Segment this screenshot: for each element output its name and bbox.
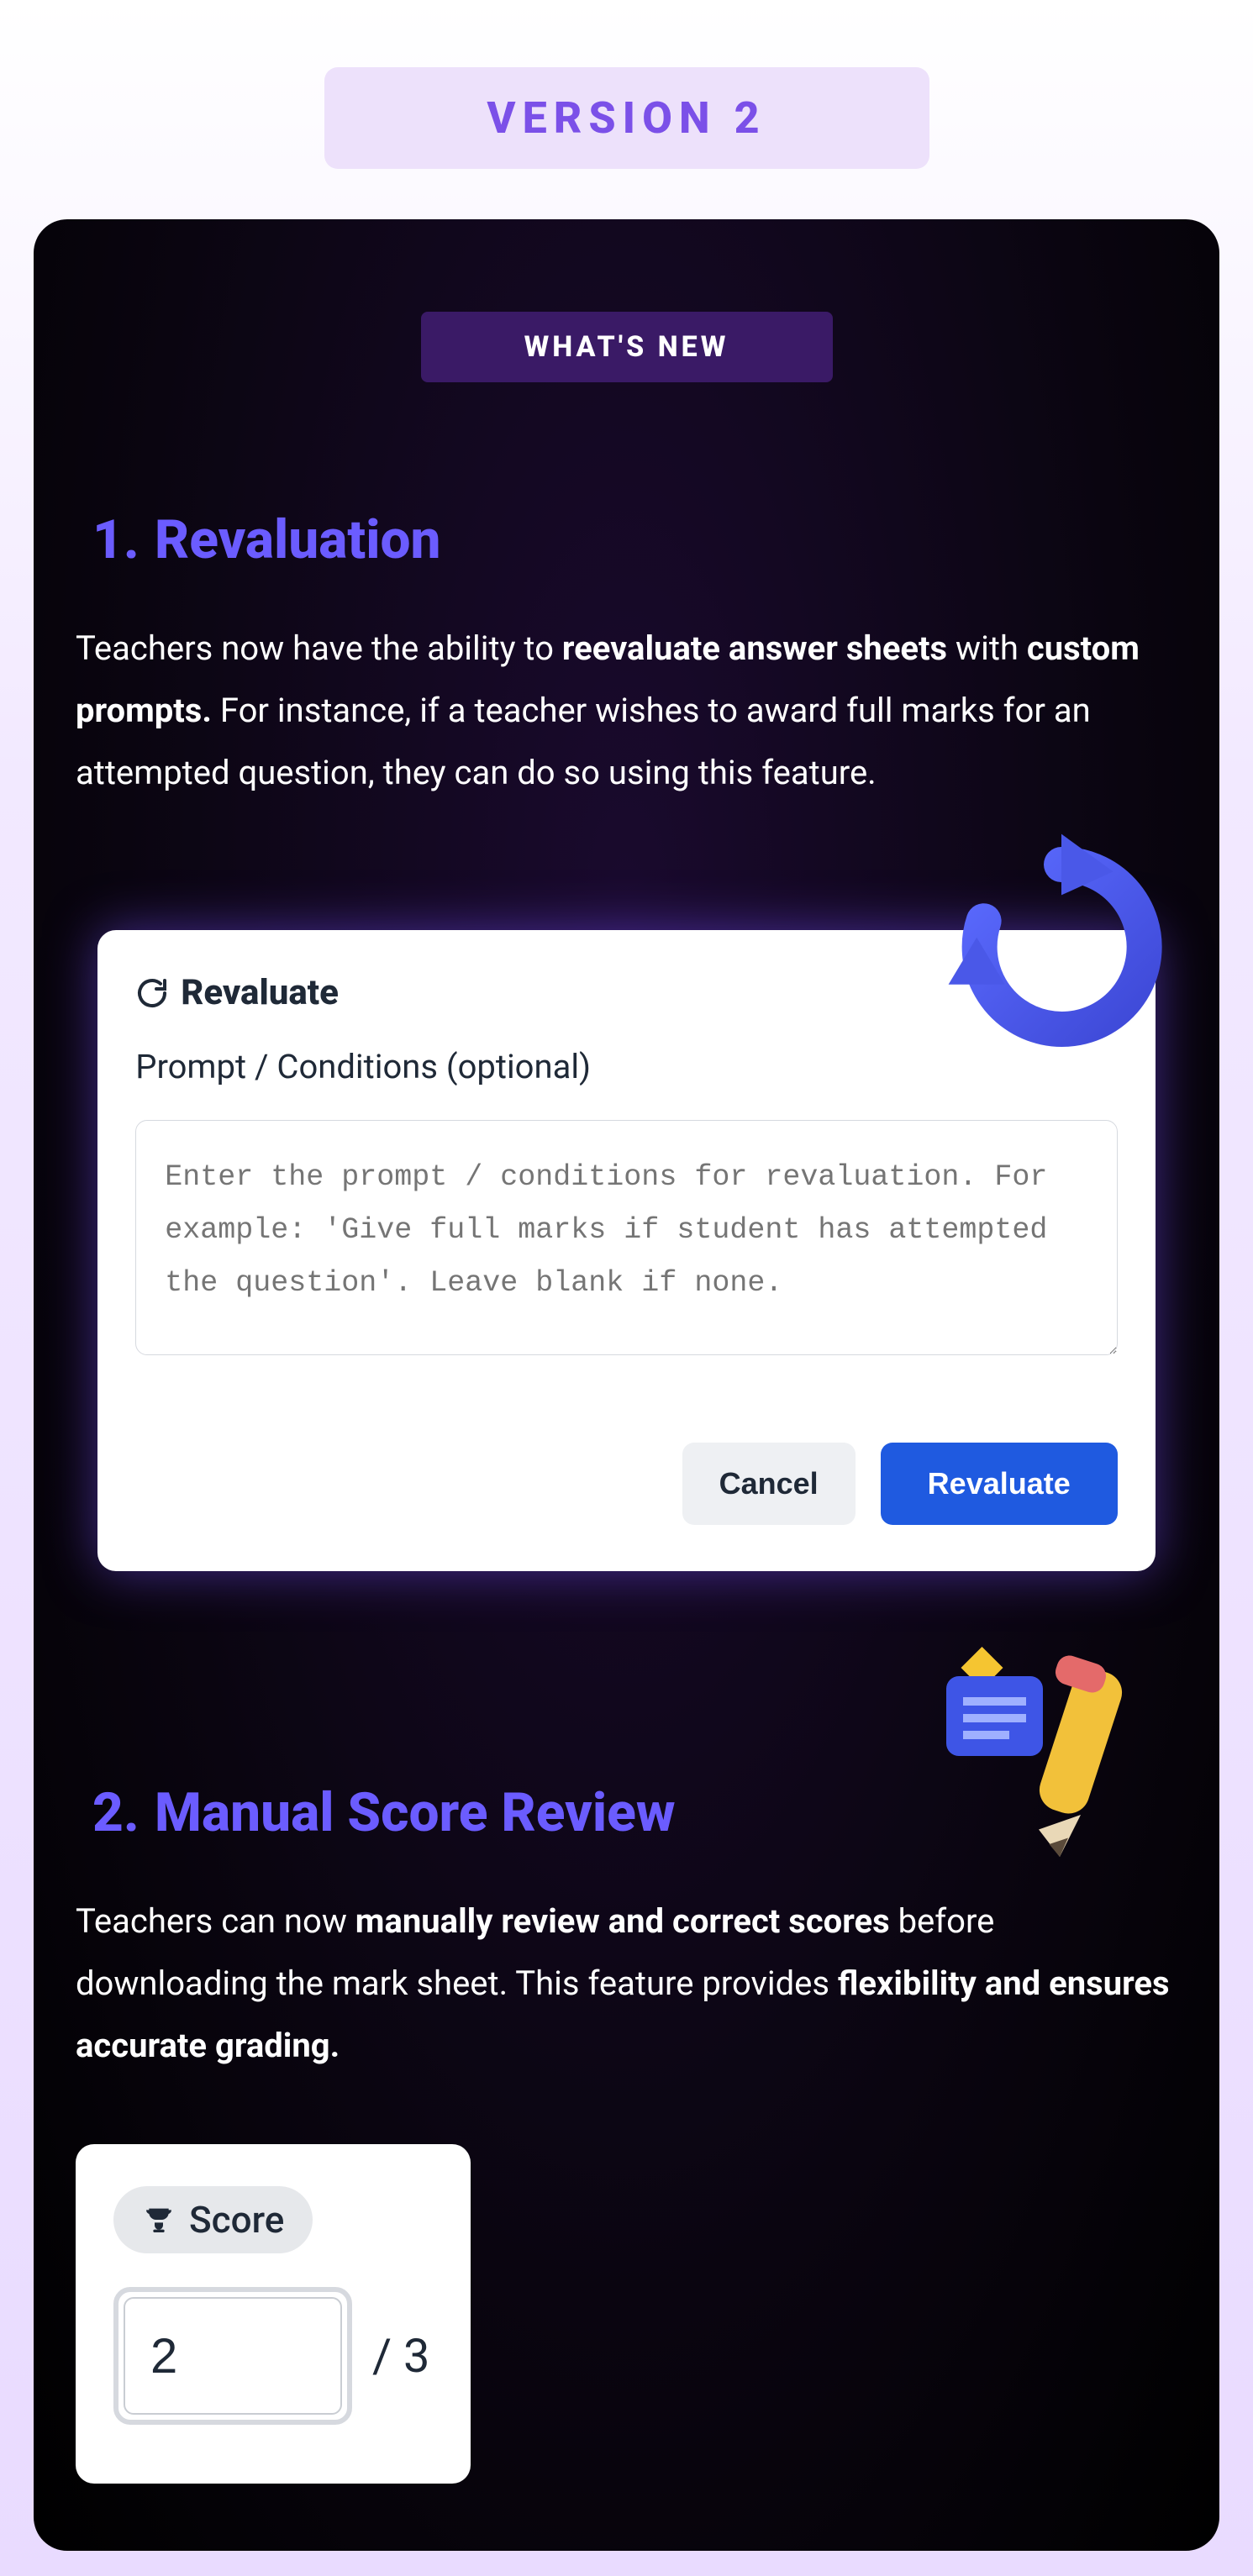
score-row: / 3 [113, 2287, 433, 2425]
text-strong: reevaluate answer sheets [562, 628, 947, 668]
revaluate-title-text: Revaluate [181, 972, 339, 1013]
revaluate-panel: Revaluate Prompt / Conditions (optional)… [97, 930, 1156, 1571]
revaluate-button[interactable]: Revaluate [881, 1443, 1118, 1525]
trophy-icon [142, 2203, 176, 2237]
text-span: with [947, 628, 1027, 668]
score-label: Score [189, 2198, 284, 2242]
score-panel: Score / 3 [76, 2144, 471, 2484]
section-1-number: 1. [92, 508, 140, 571]
refresh-small-icon [135, 976, 169, 1010]
section-2-title: Manual Score Review [155, 1781, 676, 1844]
whats-new-badge: WHAT'S NEW [421, 312, 833, 382]
section-1-title: Revaluation [155, 508, 441, 571]
cancel-button[interactable]: Cancel [682, 1443, 856, 1525]
text-span: Teachers can now [76, 1901, 355, 1941]
score-pill: Score [113, 2186, 313, 2253]
section-1-heading: 1.Revaluation [76, 508, 1177, 571]
revaluate-prompt-input[interactable] [135, 1120, 1118, 1355]
refresh-icon [944, 829, 1179, 1065]
score-input[interactable] [124, 2297, 342, 2415]
text-span: Teachers now have the ability to [76, 628, 562, 668]
section-2-body: Teachers can now manually review and cor… [76, 1890, 1177, 2077]
section-2: 2.Manual Score Review Teachers can now m… [76, 1781, 1177, 2484]
text-strong: manually review and correct scores [355, 1901, 890, 1941]
section-2-number: 2. [92, 1781, 140, 1844]
score-input-wrap [113, 2287, 352, 2425]
score-denominator: / 3 [372, 2328, 429, 2384]
release-notes-card: WHAT'S NEW 1.Revaluation Teachers now ha… [34, 219, 1219, 2551]
version-badge: VERSION 2 [324, 67, 929, 169]
text-span: For instance, if a teacher wishes to awa… [76, 691, 1091, 792]
section-1-body: Teachers now have the ability to reevalu… [76, 618, 1177, 804]
revaluate-actions: Cancel Revaluate [135, 1443, 1118, 1525]
pencil-note-icon [908, 1630, 1161, 1882]
